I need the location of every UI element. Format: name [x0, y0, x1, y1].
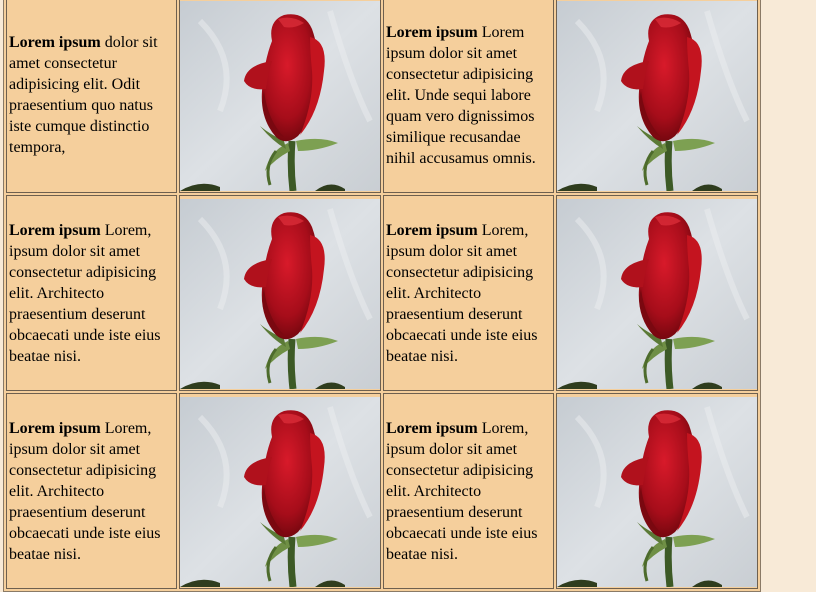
cell-text: Lorem, ipsum dolor sit amet consectetur … — [9, 419, 161, 563]
cell-text: Lorem, ipsum dolor sit amet consectetur … — [386, 221, 538, 365]
text-cell: Lorem ipsum dolor sit amet consectetur a… — [6, 0, 177, 193]
text-cell: Lorem ipsum Lorem, ipsum dolor sit amet … — [383, 393, 554, 589]
table-row: Lorem ipsum dolor sit amet consectetur a… — [6, 0, 758, 193]
cell-text: Lorem ipsum dolor sit amet consectetur a… — [386, 23, 536, 167]
image-cell — [556, 0, 758, 193]
cell-heading: Lorem ipsum — [9, 419, 101, 437]
image-cell — [556, 393, 758, 589]
cell-heading: Lorem ipsum — [386, 23, 478, 41]
image-cell — [556, 195, 758, 391]
table-row: Lorem ipsum Lorem, ipsum dolor sit amet … — [6, 195, 758, 391]
content-table: Lorem ipsum dolor sit amet consectetur a… — [3, 0, 761, 592]
red-rose-icon — [557, 397, 757, 587]
red-rose-icon — [180, 397, 380, 587]
cell-text: Lorem, ipsum dolor sit amet consectetur … — [9, 221, 161, 365]
image-cell — [179, 0, 381, 193]
cell-heading: Lorem ipsum — [9, 34, 101, 51]
cell-heading: Lorem ipsum — [386, 221, 478, 239]
text-cell: Lorem ipsum Lorem ipsum dolor sit amet c… — [383, 0, 554, 193]
image-cell — [179, 195, 381, 391]
red-rose-icon — [180, 1, 380, 191]
text-cell: Lorem ipsum Lorem, ipsum dolor sit amet … — [6, 195, 177, 391]
table-row: Lorem ipsum Lorem, ipsum dolor sit amet … — [6, 393, 758, 589]
cell-text: Lorem, ipsum dolor sit amet consectetur … — [386, 419, 538, 563]
cell-heading: Lorem ipsum — [386, 419, 478, 437]
red-rose-icon — [557, 199, 757, 389]
text-cell: Lorem ipsum Lorem, ipsum dolor sit amet … — [6, 393, 177, 589]
text-cell: Lorem ipsum Lorem, ipsum dolor sit amet … — [383, 195, 554, 391]
red-rose-icon — [557, 1, 757, 191]
image-cell — [179, 393, 381, 589]
cell-text: dolor sit amet consectetur adipisicing e… — [9, 34, 158, 156]
red-rose-icon — [180, 199, 380, 389]
cell-heading: Lorem ipsum — [9, 221, 101, 239]
